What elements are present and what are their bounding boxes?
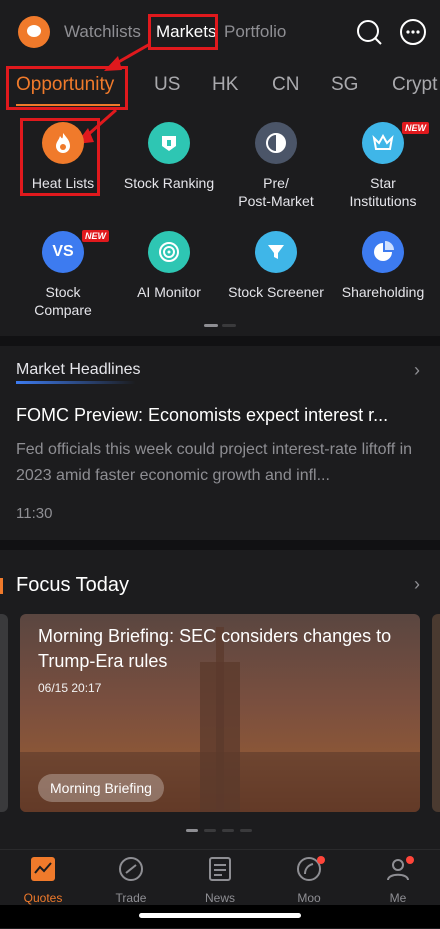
cat-crypto[interactable]: Crypt <box>392 74 437 96</box>
title-accent <box>16 381 136 384</box>
cat-cn[interactable]: CN <box>272 74 299 96</box>
nav-label: Trade <box>115 891 147 905</box>
card-date: 06/15 20:17 <box>38 681 102 695</box>
highlight-box-opportunity <box>6 66 128 110</box>
tool-label: Stock Compare <box>34 284 92 318</box>
tool-stock-screener[interactable]: Stock Screener <box>221 231 331 301</box>
section-title: Focus Today <box>16 574 130 596</box>
tool-label: Shareholding <box>341 284 425 300</box>
section-divider <box>0 540 440 550</box>
vs-icon: VS <box>42 231 84 273</box>
tool-label: Stock Ranking <box>123 175 215 191</box>
headline-title[interactable]: FOMC Preview: Economists expect interest… <box>16 405 426 426</box>
tool-shareholding[interactable]: Shareholding <box>328 231 438 301</box>
carousel-indicator <box>222 829 234 832</box>
focus-card[interactable]: Morning Briefing: SEC considers changes … <box>20 614 420 812</box>
carousel-indicator-active <box>186 829 198 832</box>
chevron-right-icon[interactable]: › <box>414 360 420 381</box>
chevron-right-icon[interactable]: › <box>414 574 420 595</box>
nav-news[interactable]: News <box>190 856 250 905</box>
cat-us[interactable]: US <box>154 74 180 96</box>
new-badge: NEW <box>402 122 429 134</box>
carousel-indicator <box>204 829 216 832</box>
tool-stock-ranking[interactable]: Stock Ranking <box>114 122 224 192</box>
tool-star-institutions[interactable]: Star Institutions <box>328 122 438 210</box>
nav-label: News <box>204 891 235 905</box>
tool-ai-monitor[interactable]: AI Monitor <box>114 231 224 301</box>
page-indicator-active <box>204 324 218 327</box>
headline-time: 11:30 <box>16 505 53 522</box>
nav-label: Me <box>389 891 407 905</box>
notification-dot <box>406 856 414 864</box>
half-circle-icon <box>255 122 297 164</box>
crown-icon <box>362 122 404 164</box>
tool-stock-compare[interactable]: VS Stock Compare <box>8 231 118 319</box>
tool-label: AI Monitor <box>137 284 201 300</box>
shareholding-icon <box>362 231 404 273</box>
news-icon <box>209 857 231 881</box>
filter-icon <box>255 231 297 273</box>
section-title: Market Headlines <box>16 361 141 378</box>
cat-hk[interactable]: HK <box>212 74 238 96</box>
trade-icon <box>119 857 143 881</box>
notification-dot <box>317 856 325 864</box>
nav-trade[interactable]: Trade <box>101 856 161 905</box>
quotes-icon <box>31 857 55 881</box>
new-badge: NEW <box>82 230 109 242</box>
nav-me[interactable]: Me <box>368 856 428 905</box>
tool-label: Pre/ Post-Market <box>238 175 314 209</box>
tool-label: Stock Screener <box>228 284 324 300</box>
section-divider <box>0 336 440 346</box>
prev-card-peek[interactable] <box>0 614 8 812</box>
ranking-icon <box>148 122 190 164</box>
nav-quotes[interactable]: Quotes <box>13 856 73 905</box>
tool-label: Star Institutions <box>349 175 417 209</box>
highlight-box-heat-lists <box>20 118 100 196</box>
cat-sg[interactable]: SG <box>331 74 358 96</box>
carousel-indicator <box>240 829 252 832</box>
card-tag[interactable]: Morning Briefing <box>38 774 164 802</box>
headline-summary: Fed officials this week could project in… <box>16 441 413 484</box>
home-indicator[interactable] <box>139 913 301 918</box>
nav-moo[interactable]: Moo <box>279 856 339 905</box>
headlines-header[interactable]: Market Headlines <box>16 361 141 384</box>
nav-label: Moo <box>297 891 321 905</box>
next-card-peek[interactable] <box>432 614 440 812</box>
page-indicator <box>222 324 236 327</box>
section-marker <box>0 578 3 594</box>
ai-target-icon <box>148 231 190 273</box>
card-title: Morning Briefing: SEC considers changes … <box>38 626 392 671</box>
nav-label: Quotes <box>23 891 63 905</box>
tool-pre-post-market[interactable]: Pre/ Post-Market <box>221 122 331 210</box>
